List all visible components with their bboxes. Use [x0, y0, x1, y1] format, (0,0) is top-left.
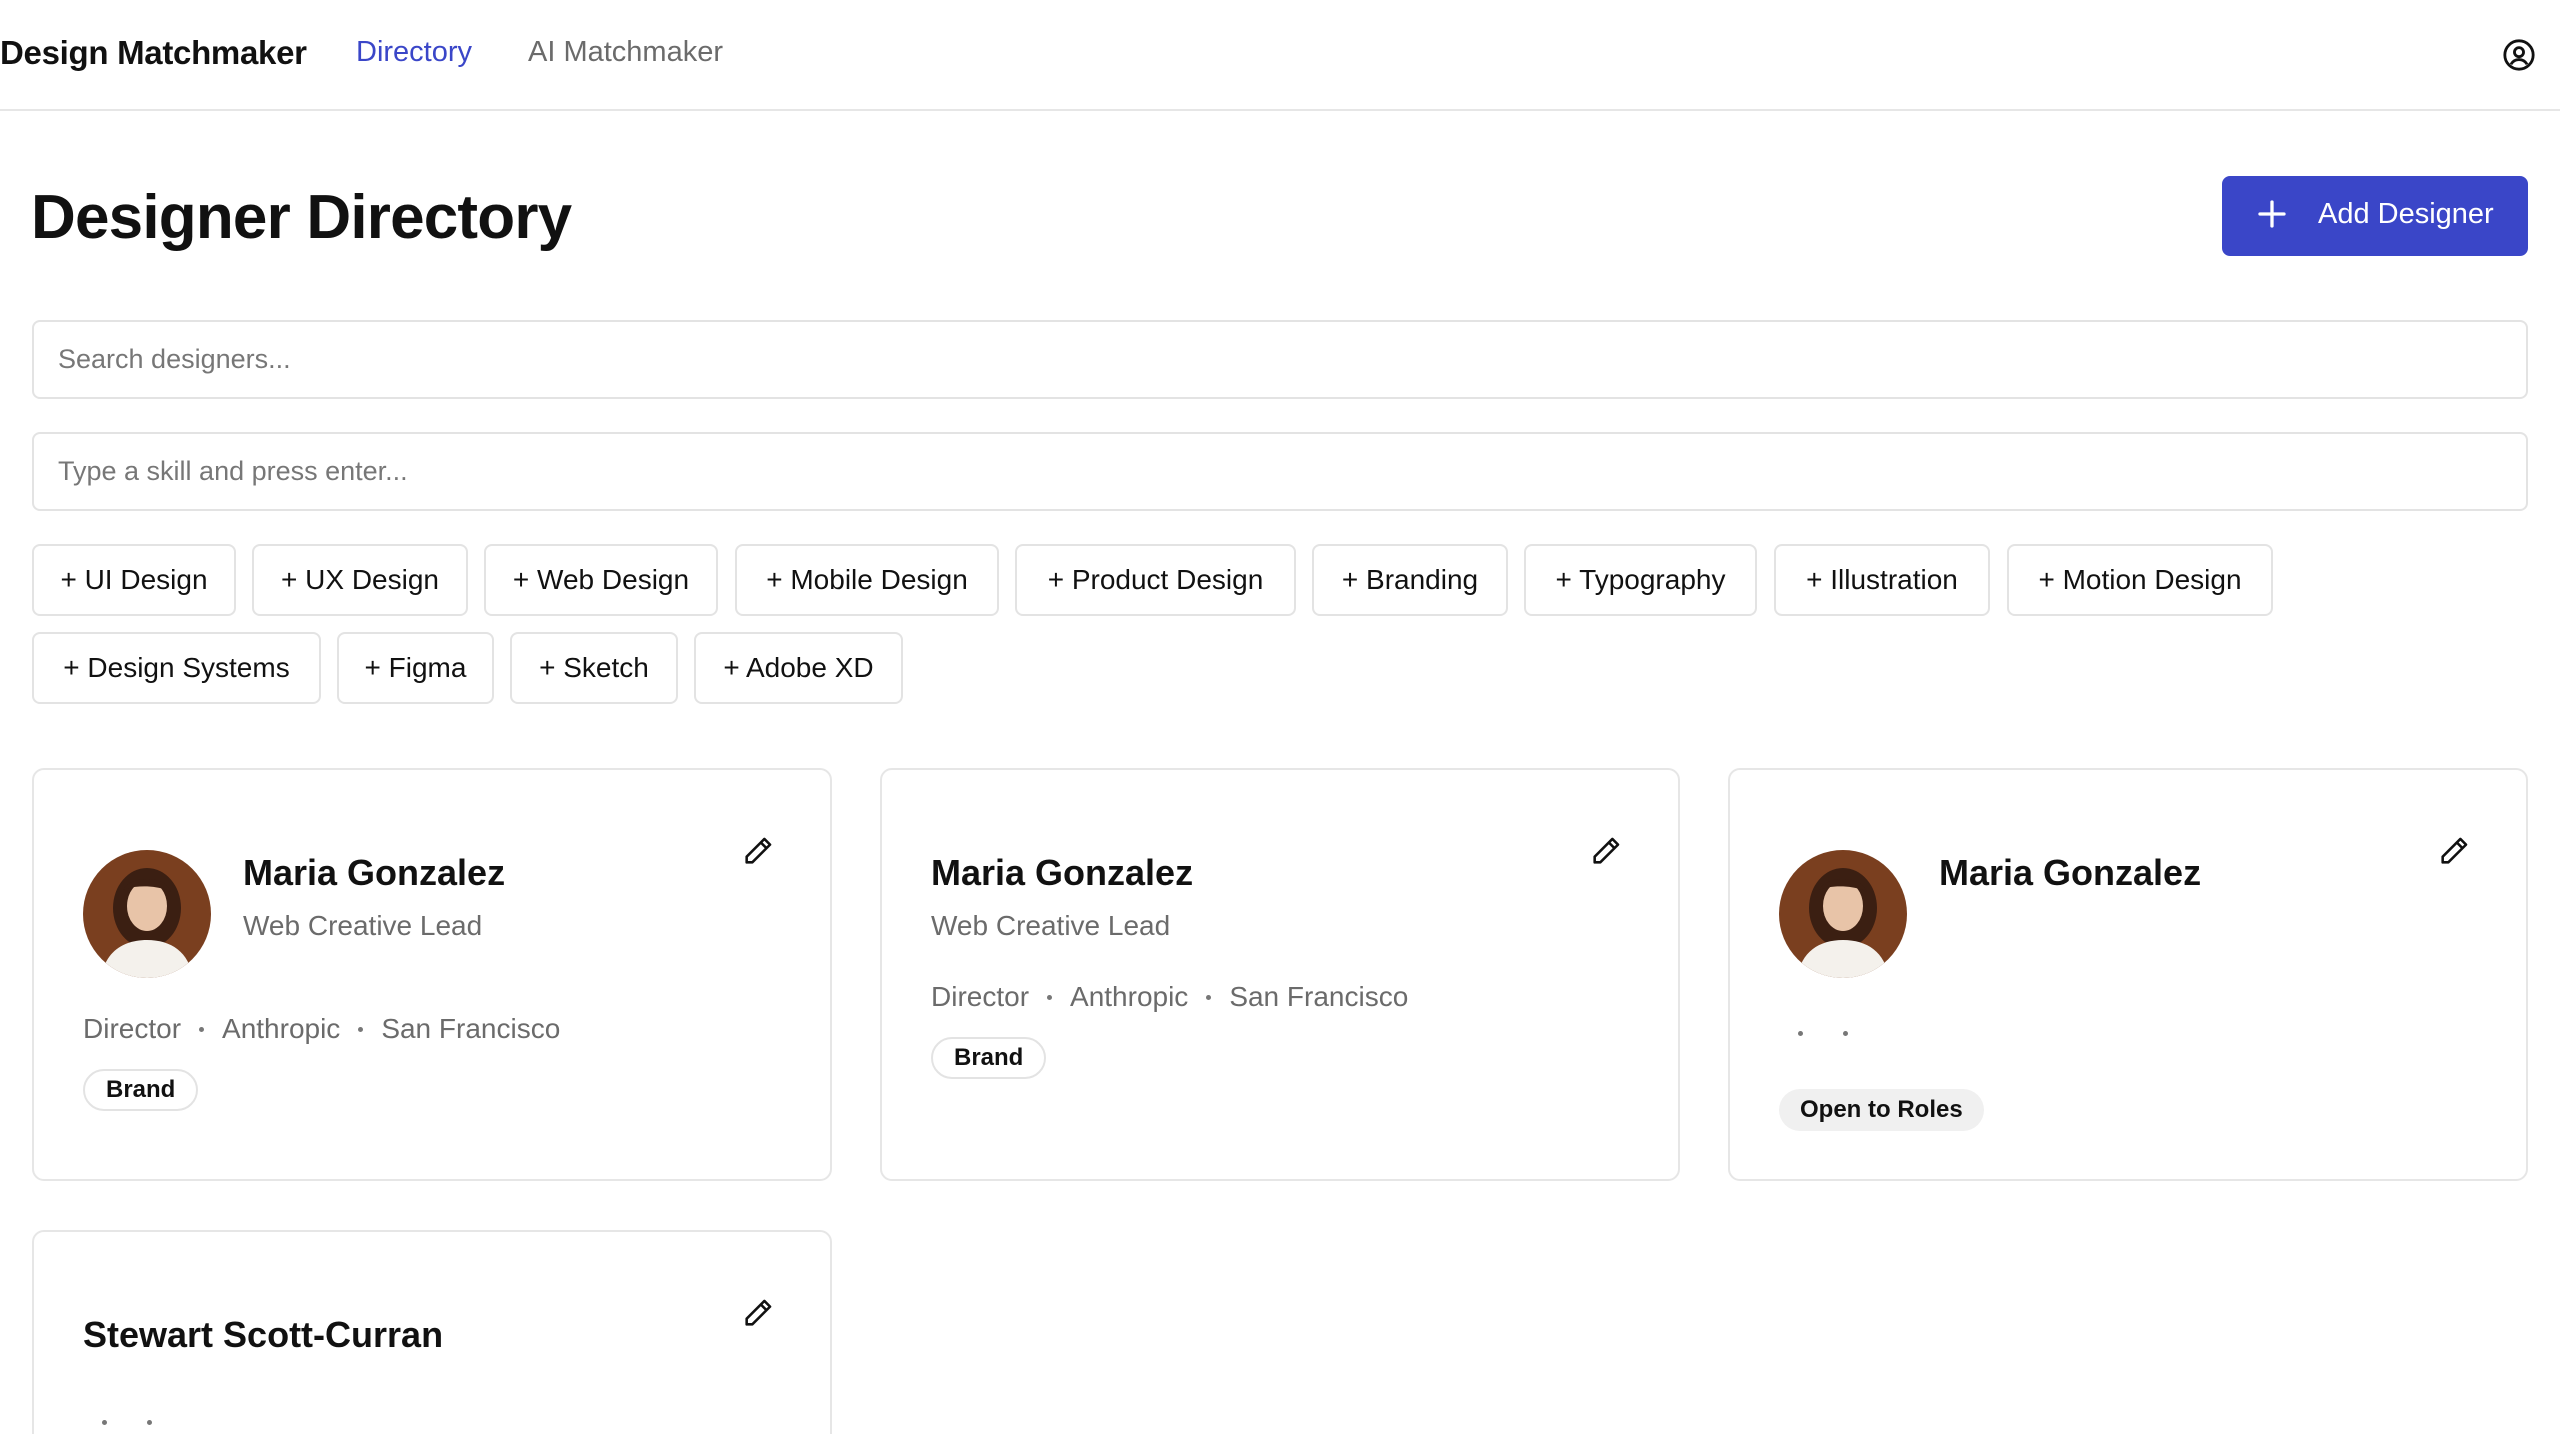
open-to-roles-badge: Open to Roles [1779, 1089, 1984, 1131]
empty-meta-dots [1798, 1031, 1848, 1036]
separator-dot [199, 1026, 205, 1032]
plus-icon [2258, 200, 2286, 228]
designer-meta: Director Anthropic San Francisco [931, 981, 1408, 1013]
skill-chip-figma[interactable]: + Figma [337, 632, 494, 704]
separator-dot [358, 1026, 364, 1032]
add-designer-button[interactable]: Add Designer [2222, 176, 2528, 256]
app-brand[interactable]: Design Matchmaker [0, 34, 307, 72]
skill-chip-illustration[interactable]: + Illustration [1774, 544, 1990, 616]
skill-chip-mobile-design[interactable]: + Mobile Design [735, 544, 999, 616]
designer-name: Maria Gonzalez [931, 852, 1194, 893]
separator-dot [102, 1420, 107, 1425]
designer-name: Maria Gonzalez [243, 852, 506, 893]
skill-chip-motion-design[interactable]: + Motion Design [2007, 544, 2273, 616]
skill-chip-typography[interactable]: + Typography [1524, 544, 1757, 616]
skill-chip-ui-design[interactable]: + UI Design [32, 544, 236, 616]
skill-chip-ux-design[interactable]: + UX Design [252, 544, 468, 616]
designer-location: San Francisco [381, 1013, 561, 1044]
designer-tag: Brand [931, 1037, 1047, 1079]
avatar [1779, 850, 1907, 978]
pencil-icon[interactable] [1589, 834, 1623, 868]
designer-card[interactable]: Maria Gonzalez Web Creative Lead Directo… [880, 768, 1680, 1181]
separator-dot [1206, 994, 1212, 1000]
add-designer-label: Add Designer [2318, 198, 2494, 230]
designer-name: Maria Gonzalez [1939, 852, 2202, 893]
designer-level: Director [83, 1013, 182, 1044]
page-title: Designer Directory [31, 183, 572, 252]
empty-meta-dots [102, 1420, 152, 1425]
skill-chip-sketch[interactable]: + Sketch [510, 632, 678, 704]
separator-dot [147, 1420, 152, 1425]
pencil-icon[interactable] [741, 834, 775, 868]
pencil-icon[interactable] [741, 1296, 775, 1330]
avatar [83, 850, 211, 978]
designer-company: Anthropic [1070, 981, 1189, 1012]
separator-dot [1047, 994, 1053, 1000]
skill-input[interactable] [32, 432, 2528, 511]
designer-role: Web Creative Lead [931, 910, 1171, 941]
designer-card[interactable]: Maria Gonzalez Web Creative Lead Directo… [32, 768, 832, 1181]
designer-role: Web Creative Lead [243, 910, 483, 941]
skill-chip-product-design[interactable]: + Product Design [1015, 544, 1296, 616]
designer-company: Anthropic [222, 1013, 341, 1044]
search-input[interactable] [32, 320, 2528, 399]
nav-link-directory[interactable]: Directory [356, 36, 472, 69]
nav-link-ai-matchmaker[interactable]: AI Matchmaker [528, 36, 723, 69]
designer-card[interactable]: Stewart Scott-Curran [32, 1230, 832, 1434]
designer-meta: Director Anthropic San Francisco [83, 1013, 560, 1045]
designer-tag: Brand [83, 1069, 199, 1111]
designer-card[interactable]: Maria Gonzalez Open to Roles [1728, 768, 2528, 1181]
designer-name: Stewart Scott-Curran [83, 1314, 444, 1355]
designer-location: San Francisco [1229, 981, 1409, 1012]
pencil-icon[interactable] [2437, 834, 2471, 868]
separator-dot [1843, 1031, 1848, 1036]
separator-dot [1798, 1031, 1803, 1036]
top-nav: Design Matchmaker Directory AI Matchmake… [0, 0, 2560, 111]
user-circle-icon[interactable] [2502, 38, 2536, 72]
designer-level: Director [931, 981, 1030, 1012]
skill-chip-adobe-xd[interactable]: + Adobe XD [694, 632, 903, 704]
skill-chip-web-design[interactable]: + Web Design [484, 544, 718, 616]
skill-chip-branding[interactable]: + Branding [1312, 544, 1508, 616]
skill-chip-design-systems[interactable]: + Design Systems [32, 632, 321, 704]
